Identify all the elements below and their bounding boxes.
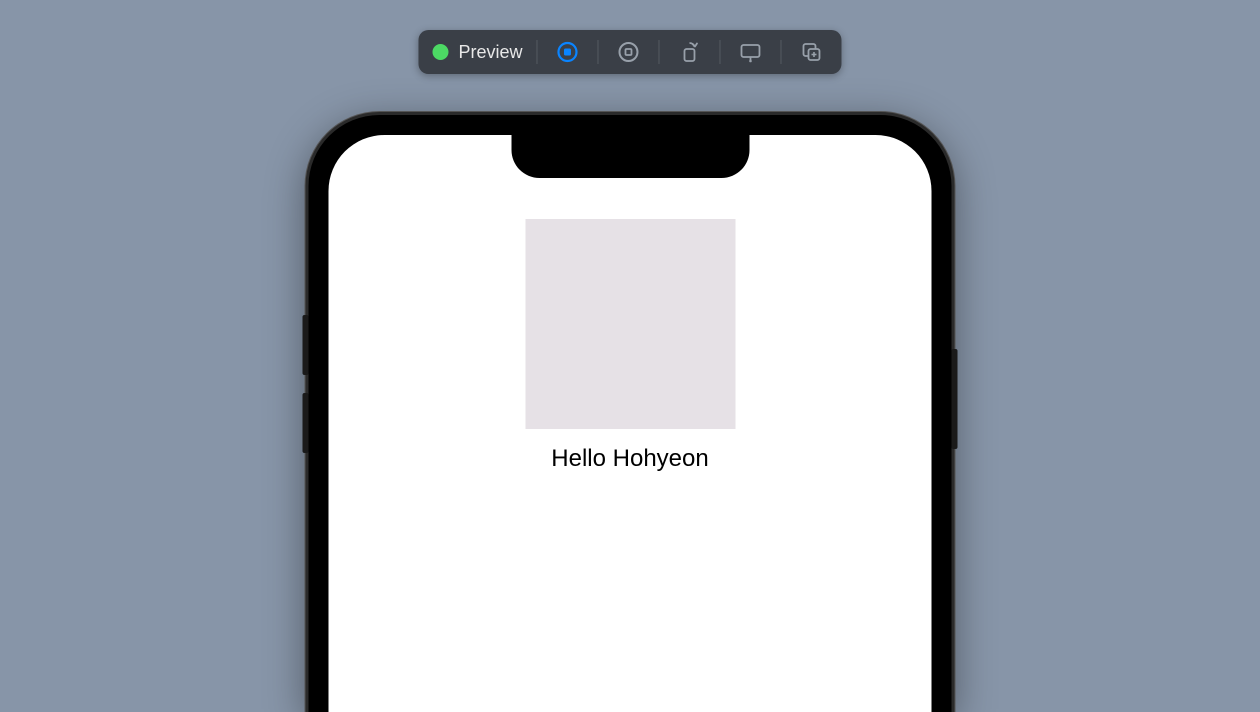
toolbar-status-section: Preview — [432, 42, 536, 63]
device-simulator: Hello Hohyeon — [306, 112, 955, 712]
live-preview-icon — [557, 41, 579, 63]
live-preview-button[interactable] — [552, 36, 584, 68]
phone-screen: Hello Hohyeon — [329, 135, 932, 712]
rotate-icon — [679, 41, 701, 63]
duplicate-icon — [801, 41, 823, 63]
status-indicator-icon — [432, 44, 448, 60]
phone-frame: Hello Hohyeon — [306, 112, 955, 712]
app-content-area: Hello Hohyeon — [329, 135, 932, 712]
device-settings-button[interactable] — [735, 36, 767, 68]
preview-toolbar: Preview — [418, 30, 841, 74]
device-notch — [511, 135, 749, 178]
volume-down-button — [303, 393, 309, 453]
selectable-preview-icon — [618, 41, 640, 63]
image-placeholder — [525, 219, 735, 429]
selectable-preview-button[interactable] — [613, 36, 645, 68]
duplicate-preview-button[interactable] — [796, 36, 828, 68]
power-button — [952, 349, 958, 449]
volume-up-button — [303, 315, 309, 375]
preview-label: Preview — [458, 42, 522, 63]
greeting-label: Hello Hohyeon — [551, 445, 708, 473]
rotate-device-button[interactable] — [674, 36, 706, 68]
display-icon — [739, 41, 763, 63]
